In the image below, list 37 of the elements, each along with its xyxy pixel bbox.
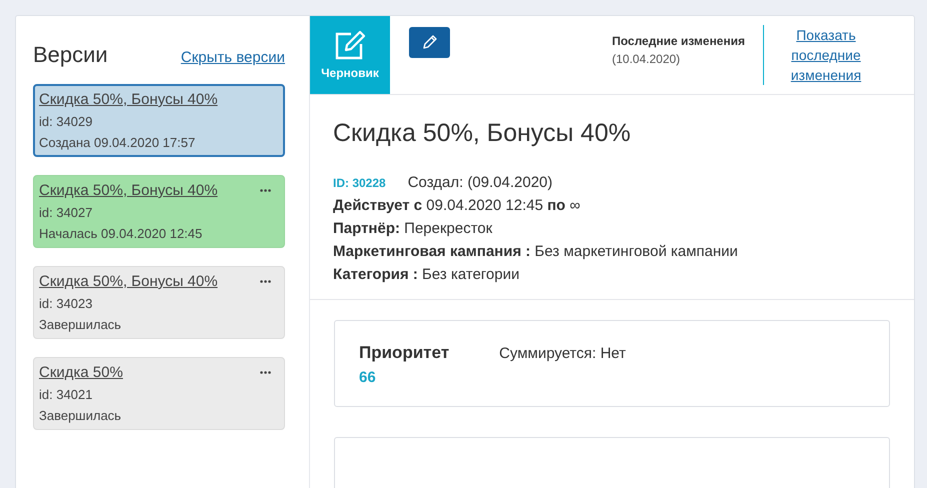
version-name-link[interactable]: Скидка 50%, Бонусы 40% — [39, 273, 218, 290]
promo-id: ID: 30228 — [333, 176, 386, 190]
version-card[interactable]: Скидка 50%, Бонусы 40% id: 34027 Началась 09.04.2020 12:45 — [33, 175, 285, 248]
promo-title: Скидка 50%, Бонусы 40% — [333, 119, 632, 148]
version-id: id: 34021 — [39, 387, 94, 402]
version-status: Создана 09.04.2020 17:57 — [39, 135, 196, 150]
version-status: Началась 09.04.2020 12:45 — [39, 226, 204, 241]
version-name-link[interactable]: Скидка 50%, Бонусы 40% — [39, 182, 218, 199]
version-card[interactable]: Скидка 50% id: 34021 Завершилась — [33, 357, 285, 430]
detail-line: Партнёр: Перекресток — [333, 220, 494, 237]
more-icon[interactable] — [260, 189, 271, 192]
version-name-link[interactable]: Скидка 50% — [39, 364, 123, 381]
edit-icon — [334, 30, 366, 60]
detail-line: Маркетинговая кампания : Без маркетинговой кампании — [333, 243, 739, 260]
edit-button[interactable] — [409, 26, 450, 58]
version-id: id: 34027 — [39, 205, 94, 220]
show-changes-link[interactable]: Показать последние изменения — [782, 25, 870, 85]
version-card[interactable]: Скидка 50%, Бонусы 40% id: 34023 Завершилась — [33, 266, 285, 339]
priority-value: 66 — [359, 369, 377, 386]
versions-title: Версии — [33, 42, 108, 68]
version-id: id: 34023 — [39, 296, 94, 311]
version-name-link[interactable]: Скидка 50%, Бонусы 40% — [39, 91, 218, 108]
hide-versions-link[interactable]: Скрыть версии — [180, 49, 285, 66]
version-card[interactable]: Скидка 50%, Бонусы 40% id: 34029 Создана 09.04.2020 17:57 — [33, 84, 285, 157]
version-id: id: 34029 — [39, 114, 94, 129]
last-changes-date: (10.04.2020) — [612, 52, 682, 66]
more-icon[interactable] — [260, 371, 271, 374]
summation-text: Суммируется: Нет — [499, 344, 626, 362]
priority-label: Приоритет — [359, 343, 450, 363]
more-icon[interactable] — [260, 280, 271, 283]
last-changes-label: Последние изменения — [612, 34, 745, 48]
pencil-icon — [422, 34, 438, 50]
version-status: Завершилась — [39, 408, 122, 423]
detail-line: Действует с 09.04.2020 12:45 по ∞ — [333, 197, 582, 214]
detail-line: Категория : Без категории — [333, 266, 520, 283]
version-status: Завершилась — [39, 317, 122, 332]
created-date: Создал: (09.04.2020) — [408, 174, 553, 191]
